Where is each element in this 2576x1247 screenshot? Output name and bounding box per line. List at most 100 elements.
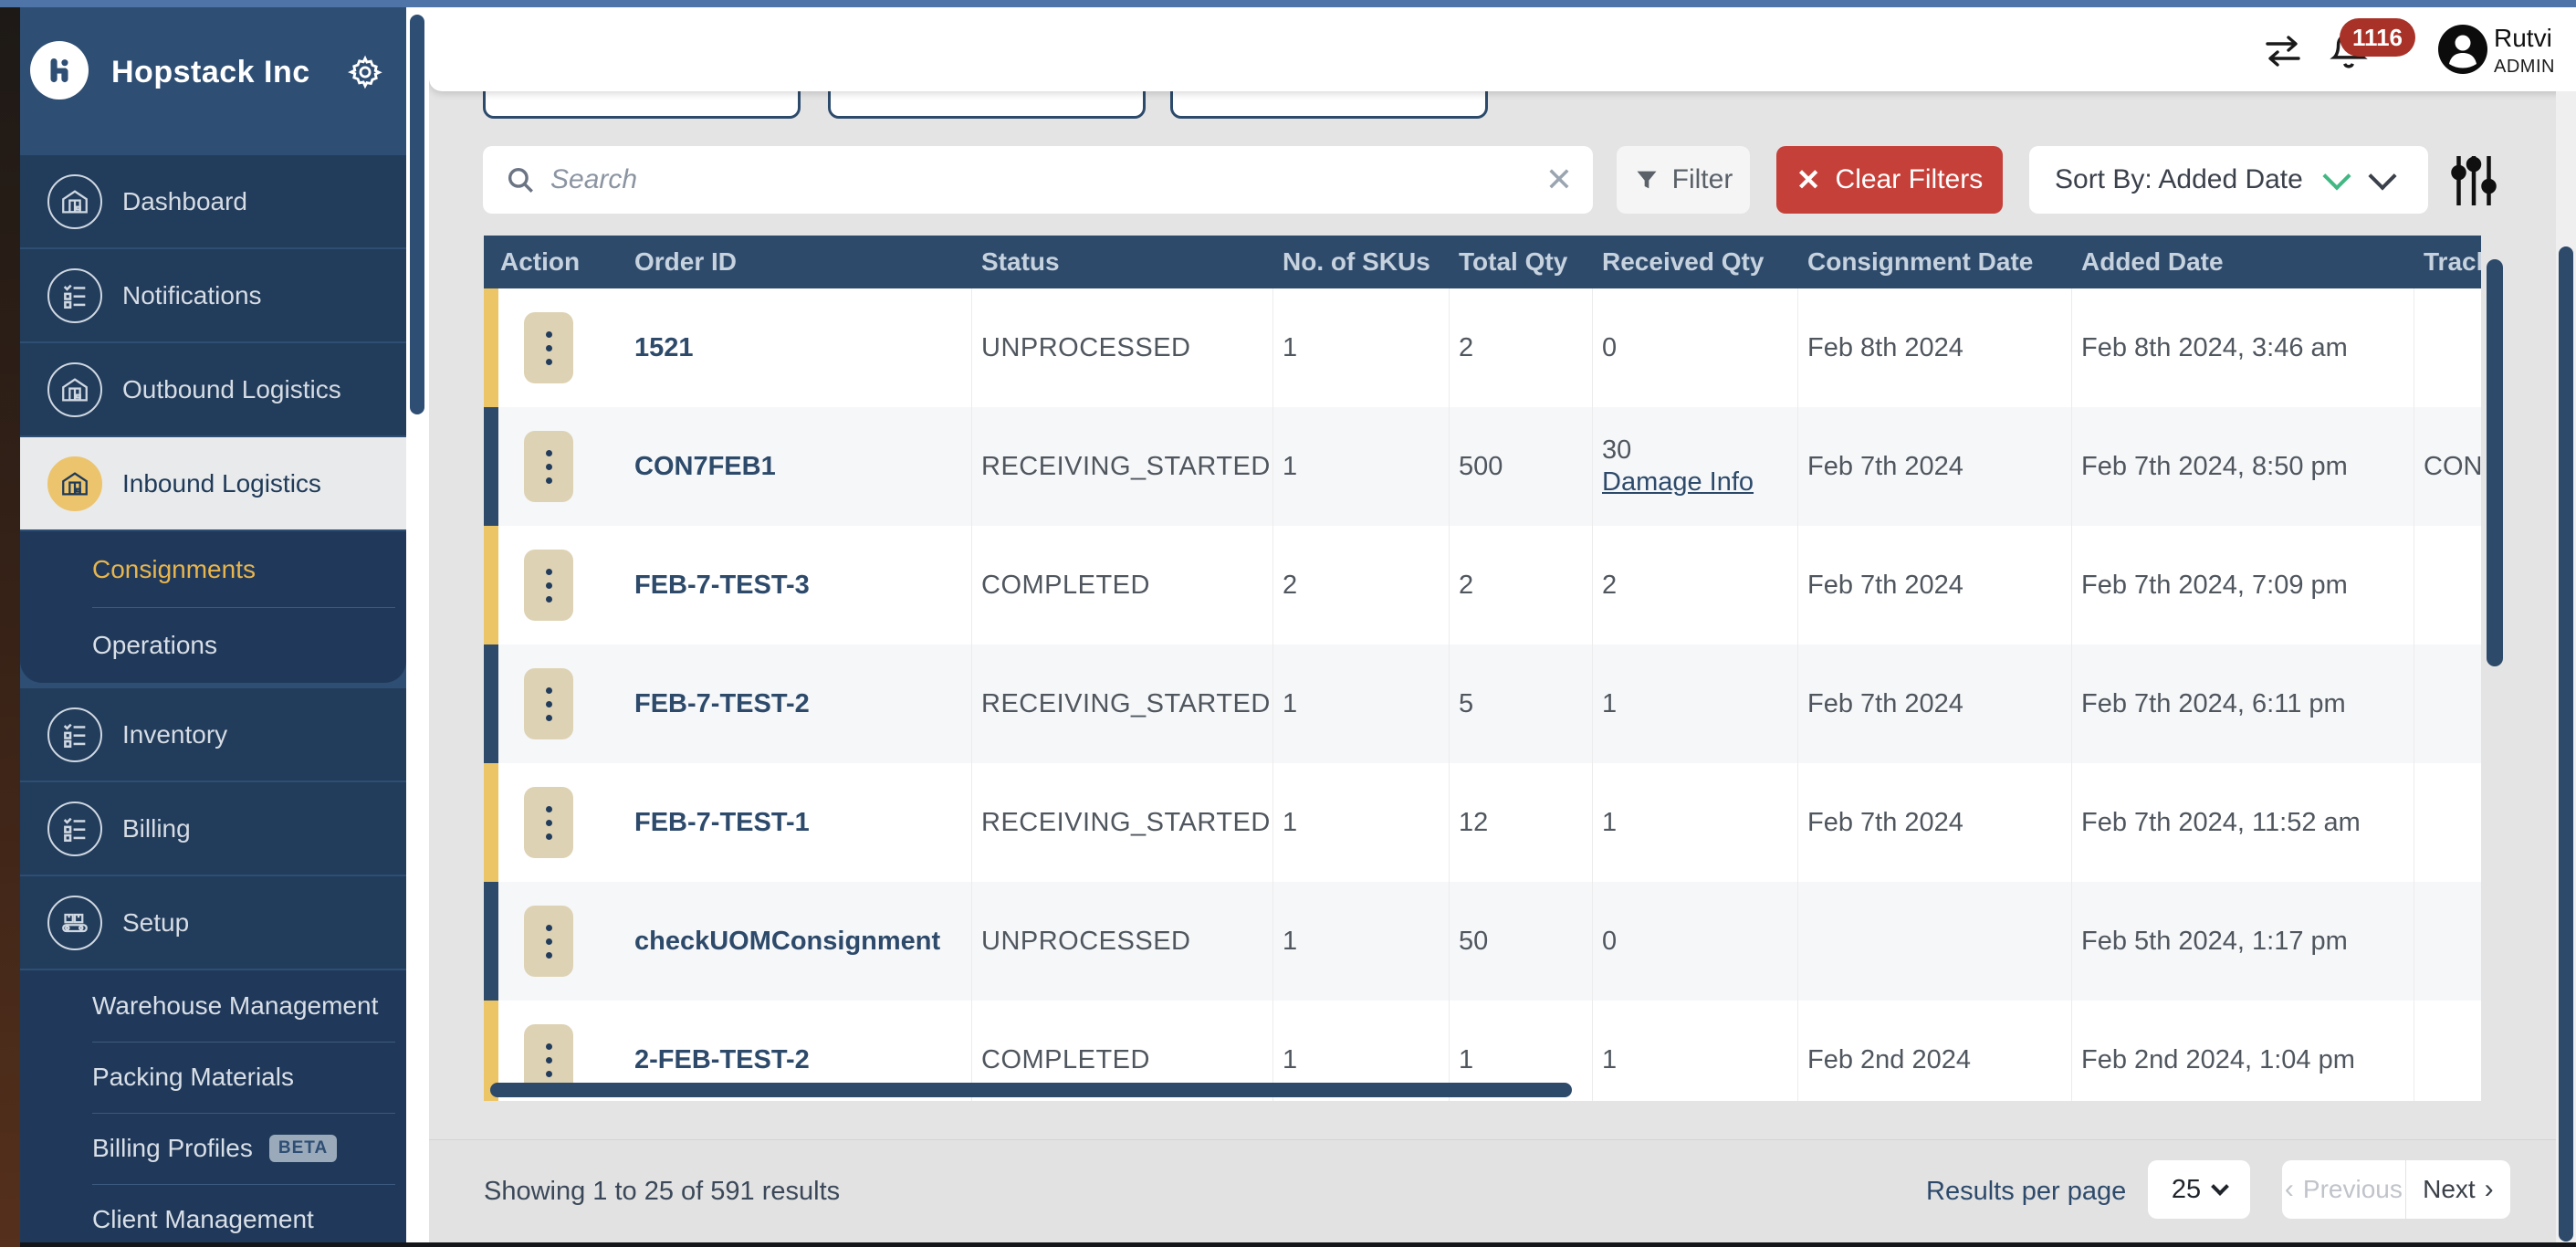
row-status-strip [484, 882, 498, 1001]
user-avatar[interactable] [2437, 24, 2488, 75]
order-id-cell: FEB-7-TEST-1 [625, 763, 972, 882]
sidebar-scrollbar-thumb[interactable] [410, 15, 424, 414]
column-header-total-qty: Total Qty [1450, 247, 1593, 277]
table-row: FEB-7-TEST-1 RECEIVING_STARTED 1 12 1 Fe… [484, 763, 2481, 882]
search-icon [505, 164, 536, 195]
sidebar-subitem-warehouse-management[interactable]: Warehouse Management [20, 970, 406, 1042]
skus-cell: 1 [1273, 644, 1450, 763]
sidebar-item-inventory[interactable]: Inventory [20, 688, 406, 781]
clear-filters-button[interactable]: ✕ Clear Filters [1776, 146, 2003, 214]
chevron-right-icon: › [2485, 1174, 2494, 1205]
sidebar-subitem-packing-materials[interactable]: Packing Materials [20, 1042, 406, 1113]
sidebar-item-setup[interactable]: Setup [20, 876, 406, 969]
conveyor-icon [47, 896, 102, 950]
next-page-button[interactable]: Next › [2405, 1160, 2510, 1219]
tracking-cell [2414, 882, 2481, 1001]
received-qty-value: 0 [1602, 927, 1617, 957]
search-box: ✕ [483, 146, 1593, 214]
sidebar-subitem-billing-profiles[interactable]: Billing Profiles BETA [20, 1113, 406, 1184]
filter-button-label: Filter [1672, 164, 1733, 195]
previous-label: Previous [2303, 1175, 2403, 1204]
notification-count-badge[interactable]: 1116 [2340, 18, 2415, 57]
tracking-cell [2414, 644, 2481, 763]
sidebar-item-label: Dashboard [122, 187, 247, 216]
tracking-cell [2414, 1001, 2481, 1101]
column-header-tracking: Track [2414, 247, 2481, 277]
user-info[interactable]: Rutvi ADMIN [2494, 24, 2563, 78]
column-header-action: Action [484, 247, 625, 277]
search-input[interactable] [550, 164, 1500, 195]
row-actions-kebab-button[interactable] [524, 906, 573, 977]
skus-cell: 1 [1273, 763, 1450, 882]
inbound-submenu: Consignments Operations [20, 531, 406, 683]
sort-by-label: Sort By: Added Date [2055, 164, 2303, 195]
table-horizontal-scrollbar-thumb[interactable] [490, 1083, 1572, 1097]
table-vertical-scrollbar-thumb[interactable] [2487, 259, 2503, 666]
row-status-strip [484, 407, 498, 526]
order-id-link[interactable]: FEB-7-TEST-3 [634, 571, 810, 601]
sidebar-item-notifications[interactable]: Notifications [20, 249, 406, 341]
clear-x-icon: ✕ [1796, 162, 1821, 197]
previous-page-button[interactable]: ‹ Previous [2282, 1160, 2405, 1219]
order-id-link[interactable]: FEB-7-TEST-1 [634, 808, 810, 838]
damage-info-link[interactable]: Damage Info [1602, 467, 1754, 498]
order-id-cell: FEB-7-TEST-2 [625, 644, 972, 763]
column-settings-sliders-icon[interactable] [2450, 153, 2497, 208]
warehouse-icon [47, 362, 102, 417]
sidebar-item-label: Notifications [122, 281, 262, 310]
sidebar-subitem-operations[interactable]: Operations [20, 607, 406, 683]
sidebar-item-inbound-logistics[interactable]: Inbound Logistics [20, 437, 406, 529]
pagination-footer: Showing 1 to 25 of 591 results Results p… [429, 1139, 2556, 1242]
status-cell: UNPROCESSED [972, 882, 1273, 1001]
consignment-date-cell [1798, 882, 2072, 1001]
sidebar-subitem-consignments[interactable]: Consignments [20, 531, 406, 607]
order-id-link[interactable]: checkUOMConsignment [634, 927, 940, 957]
added-date-cell: Feb 7th 2024, 6:11 pm [2072, 644, 2414, 763]
page-size-dropdown[interactable]: 25 [2148, 1160, 2250, 1219]
page-size-value: 25 [2172, 1175, 2201, 1205]
swap-workspace-icon[interactable] [2264, 35, 2302, 68]
tracking-cell [2414, 763, 2481, 882]
consignment-date-cell: Feb 7th 2024 [1798, 526, 2072, 644]
sidebar-subitem-client-management[interactable]: Client Management [20, 1184, 406, 1247]
tracking-cell [2414, 526, 2481, 644]
sidebar-item-billing[interactable]: Billing [20, 782, 406, 875]
total-qty-cell: 5 [1450, 644, 1593, 763]
table-row: FEB-7-TEST-3 COMPLETED 2 2 2 Feb 7th 202… [484, 526, 2481, 644]
search-clear-icon[interactable]: ✕ [1545, 162, 1573, 198]
app-header: 1116 Rutvi ADMIN [429, 7, 2576, 91]
status-cell: COMPLETED [972, 526, 1273, 644]
action-cell [498, 288, 625, 407]
action-cell [498, 644, 625, 763]
order-id-link[interactable]: FEB-7-TEST-2 [634, 689, 810, 719]
order-id-cell: checkUOMConsignment [625, 882, 972, 1001]
sort-by-dropdown[interactable]: Sort By: Added Date [2029, 146, 2428, 214]
row-actions-kebab-button[interactable] [524, 312, 573, 383]
page-scrollbar-thumb[interactable] [2559, 246, 2573, 1242]
row-actions-kebab-button[interactable] [524, 550, 573, 621]
settings-gear-icon[interactable] [348, 55, 382, 89]
action-cell [498, 763, 625, 882]
order-id-link[interactable]: 2-FEB-TEST-2 [634, 1045, 810, 1075]
received-qty-value: 1 [1602, 808, 1617, 838]
column-header-added-date: Added Date [2072, 247, 2414, 277]
sidebar-item-outbound-logistics[interactable]: Outbound Logistics [20, 343, 406, 435]
subitem-label: Billing Profiles [92, 1134, 253, 1163]
filter-button[interactable]: Filter [1617, 146, 1750, 214]
sidebar-item-label: Setup [122, 908, 189, 938]
row-actions-kebab-button[interactable] [524, 431, 573, 502]
row-status-strip [484, 526, 498, 644]
received-qty-value: 1 [1602, 689, 1617, 719]
added-date-cell: Feb 7th 2024, 8:50 pm [2072, 407, 2414, 526]
order-id-link[interactable]: 1521 [634, 333, 694, 363]
added-date-cell: Feb 2nd 2024, 1:04 pm [2072, 1001, 2414, 1101]
column-header-received-qty: Received Qty [1593, 247, 1798, 277]
order-id-link[interactable]: CON7FEB1 [634, 452, 776, 482]
warehouse-icon [47, 456, 102, 511]
row-actions-kebab-button[interactable] [524, 787, 573, 858]
sidebar-item-dashboard[interactable]: Dashboard [20, 155, 406, 247]
setup-submenu: Warehouse Management Packing Materials B… [20, 970, 406, 1247]
total-qty-cell: 500 [1450, 407, 1593, 526]
row-actions-kebab-button[interactable] [524, 668, 573, 739]
sidebar-logo-row: Hopstack Inc [20, 7, 406, 135]
